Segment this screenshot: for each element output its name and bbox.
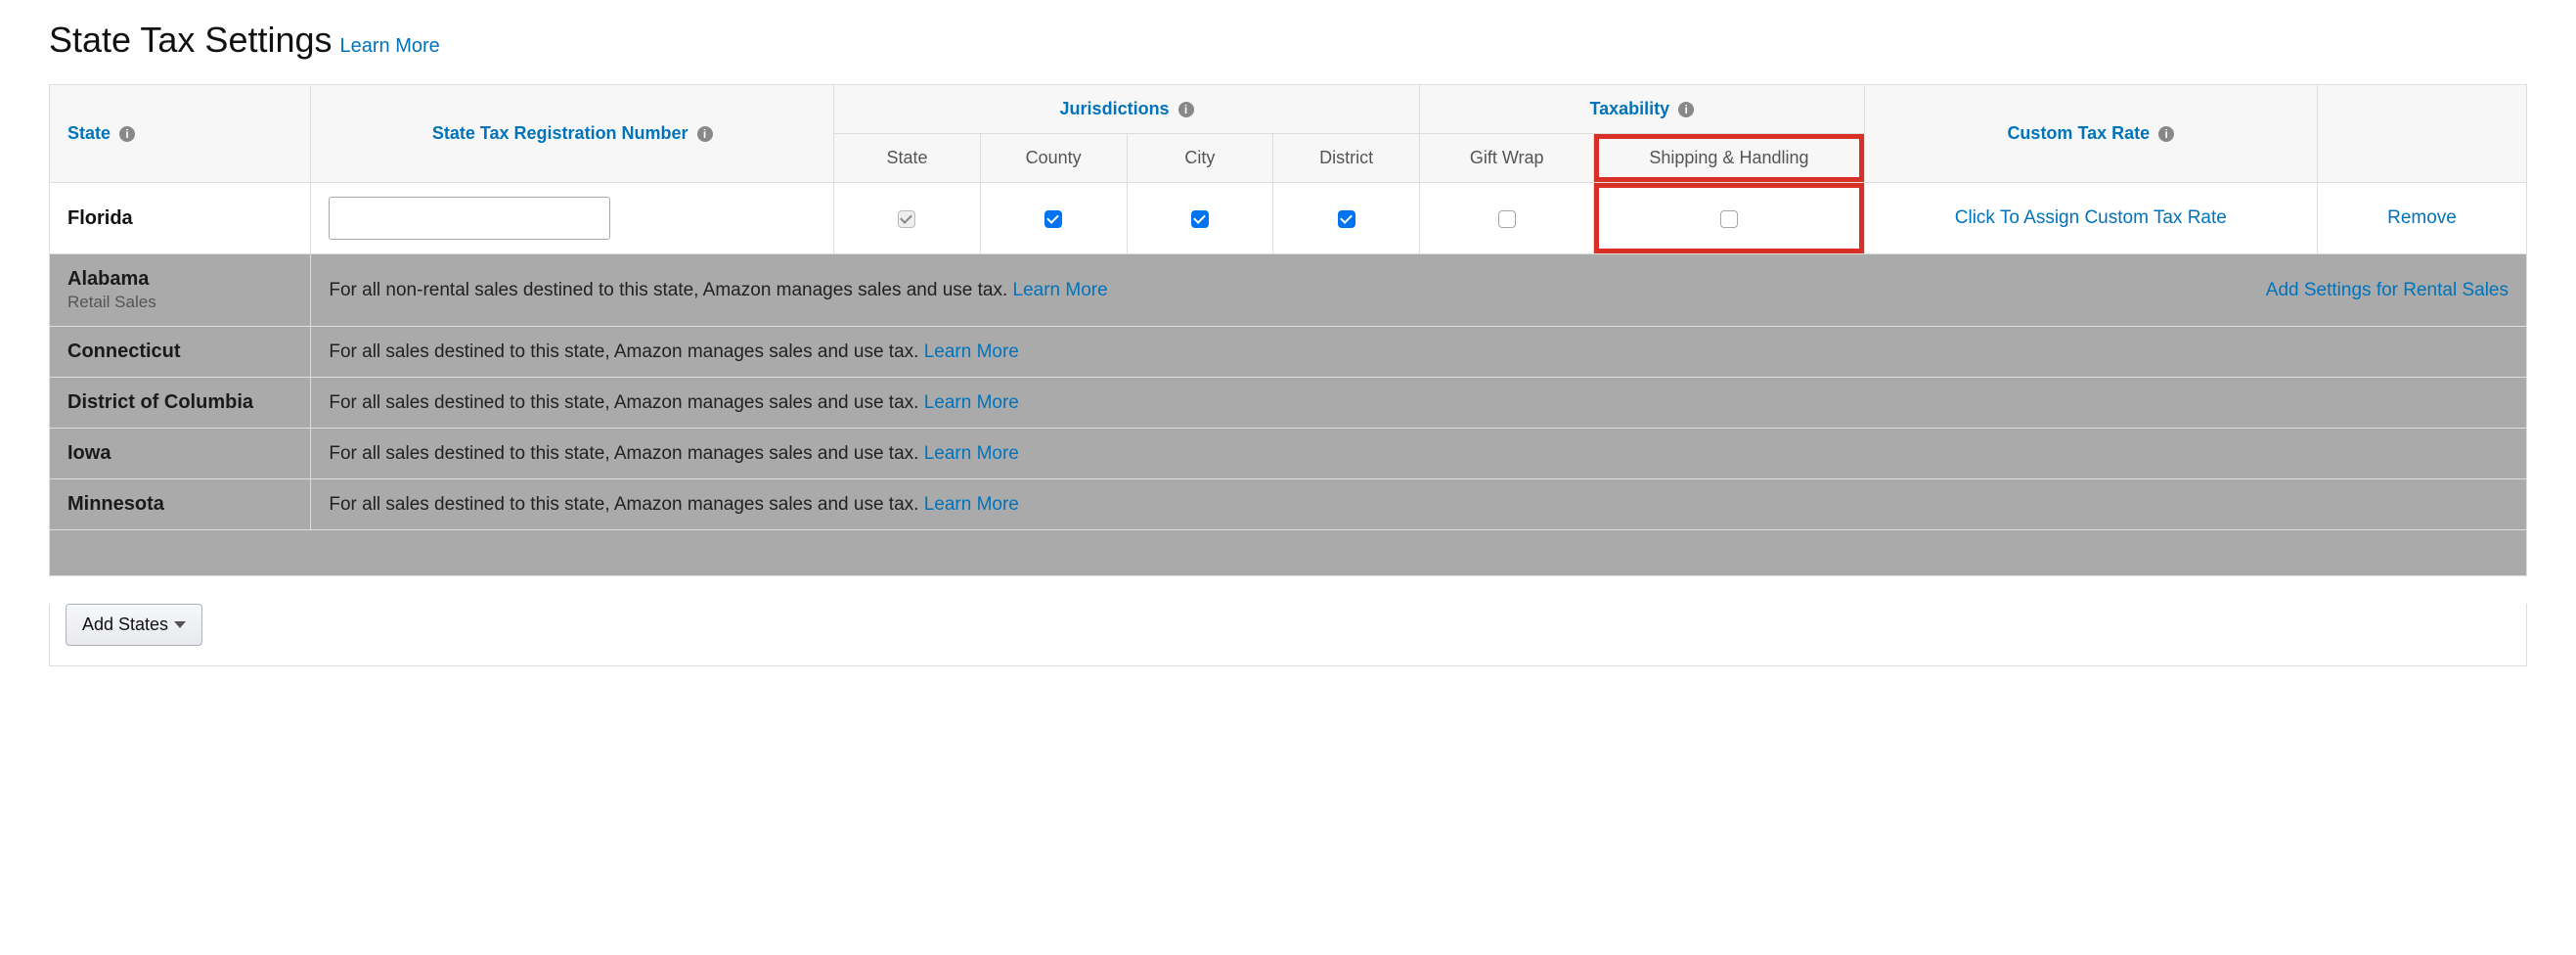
- managed-description: For all sales destined to this state, Am…: [311, 429, 2527, 479]
- learn-more-link[interactable]: Learn More: [1013, 280, 1108, 300]
- below-table: Add States: [49, 604, 2527, 666]
- subheader-county: County: [980, 134, 1127, 183]
- jur-district-cell: [1273, 183, 1420, 254]
- header-custom-rate-link[interactable]: Custom Tax Rate: [2007, 123, 2150, 143]
- checkbox-state: [898, 210, 915, 228]
- managed-description: For all sales destined to this state, Am…: [311, 327, 2527, 378]
- header-jurisdictions-link[interactable]: Jurisdictions: [1060, 99, 1170, 118]
- header-remove: [2318, 85, 2527, 183]
- add-rental-settings-link[interactable]: Add Settings for Rental Sales: [2266, 280, 2509, 301]
- table-row: Minnesota For all sales destined to this …: [50, 479, 2527, 530]
- state-name: District of Columbia: [50, 378, 311, 429]
- registration-cell: [311, 183, 834, 254]
- table-row-florida: Florida: [50, 183, 2527, 254]
- header-registration: State Tax Registration Number i: [311, 85, 834, 183]
- table-footer-strip: [50, 530, 2527, 576]
- spacer: [50, 530, 2527, 576]
- table-row: Connecticut For all sales destined to thi…: [50, 327, 2527, 378]
- learn-more-link[interactable]: Learn More: [340, 35, 440, 58]
- managed-description: For all non-rental sales destined to thi…: [311, 254, 2527, 327]
- header-state-link[interactable]: State: [67, 123, 111, 143]
- checkbox-city[interactable]: [1191, 210, 1209, 228]
- checkbox-county[interactable]: [1044, 210, 1062, 228]
- table-body: Florida: [50, 183, 2527, 576]
- subheader-gift-wrap: Gift Wrap: [1420, 134, 1594, 183]
- checkbox-shipping-handling[interactable]: [1720, 210, 1738, 228]
- header-taxability: Taxability i: [1420, 85, 1865, 134]
- page: State Tax Settings Learn More State i St…: [0, 0, 2576, 715]
- chevron-down-icon: [174, 621, 186, 628]
- managed-description: For all sales destined to this state, Am…: [311, 378, 2527, 429]
- header-row: State i State Tax Registration Number i …: [50, 85, 2527, 134]
- table-row: Iowa For all sales destined to this state…: [50, 429, 2527, 479]
- learn-more-link[interactable]: Learn More: [924, 443, 1019, 464]
- tax-settings-table: State i State Tax Registration Number i …: [49, 84, 2527, 576]
- learn-more-link[interactable]: Learn More: [924, 494, 1019, 515]
- header-jurisdictions: Jurisdictions i: [834, 85, 1420, 134]
- subheader-state: State: [834, 134, 981, 183]
- gift-wrap-cell: [1420, 183, 1594, 254]
- remove-state-link[interactable]: Remove: [2387, 207, 2457, 228]
- registration-input[interactable]: [329, 197, 610, 240]
- add-states-button[interactable]: Add States: [66, 604, 202, 646]
- checkbox-gift-wrap[interactable]: [1498, 210, 1516, 228]
- state-name: Minnesota: [50, 479, 311, 530]
- subheader-city: City: [1127, 134, 1273, 183]
- title-row: State Tax Settings Learn More: [49, 20, 2527, 61]
- info-icon[interactable]: i: [119, 126, 135, 142]
- jur-county-cell: [980, 183, 1127, 254]
- info-icon[interactable]: i: [1178, 102, 1194, 117]
- page-title: State Tax Settings: [49, 20, 333, 61]
- jur-city-cell: [1127, 183, 1273, 254]
- managed-description: For all sales destined to this state, Am…: [311, 479, 2527, 530]
- state-name: Florida: [50, 183, 311, 254]
- state-subtext: Retail Sales: [67, 293, 292, 312]
- shipping-handling-cell: [1594, 183, 1864, 254]
- add-states-label: Add States: [82, 614, 168, 635]
- header-taxability-link[interactable]: Taxability: [1589, 99, 1669, 118]
- remove-cell: Remove: [2318, 183, 2527, 254]
- info-icon[interactable]: i: [697, 126, 713, 142]
- managed-desc-text: For all non-rental sales destined to thi…: [329, 280, 1107, 301]
- info-icon[interactable]: i: [2158, 126, 2174, 142]
- state-name: AlabamaRetail Sales: [50, 254, 311, 327]
- subheader-shipping-handling: Shipping & Handling: [1594, 134, 1864, 183]
- custom-rate-cell: Click To Assign Custom Tax Rate: [1864, 183, 2317, 254]
- header-registration-link[interactable]: State Tax Registration Number: [432, 123, 688, 143]
- learn-more-link[interactable]: Learn More: [924, 392, 1019, 413]
- jur-state-cell: [834, 183, 981, 254]
- state-name: Iowa: [50, 429, 311, 479]
- info-icon[interactable]: i: [1678, 102, 1694, 117]
- table-row: AlabamaRetail Sales For all non-rental sa…: [50, 254, 2527, 327]
- state-name: Connecticut: [50, 327, 311, 378]
- table-row: District of Columbia For all sales destin…: [50, 378, 2527, 429]
- managed-desc-text: For all sales destined to this state, Am…: [329, 443, 1019, 465]
- learn-more-link[interactable]: Learn More: [924, 341, 1019, 362]
- header-custom-rate: Custom Tax Rate i: [1864, 85, 2317, 183]
- managed-desc-text: For all sales destined to this state, Am…: [329, 494, 1019, 516]
- assign-custom-rate-link[interactable]: Click To Assign Custom Tax Rate: [1955, 207, 2227, 228]
- header-state: State i: [50, 85, 311, 183]
- managed-desc-text: For all sales destined to this state, Am…: [329, 341, 1019, 363]
- managed-desc-text: For all sales destined to this state, Am…: [329, 392, 1019, 414]
- checkbox-district[interactable]: [1338, 210, 1355, 228]
- subheader-district: District: [1273, 134, 1420, 183]
